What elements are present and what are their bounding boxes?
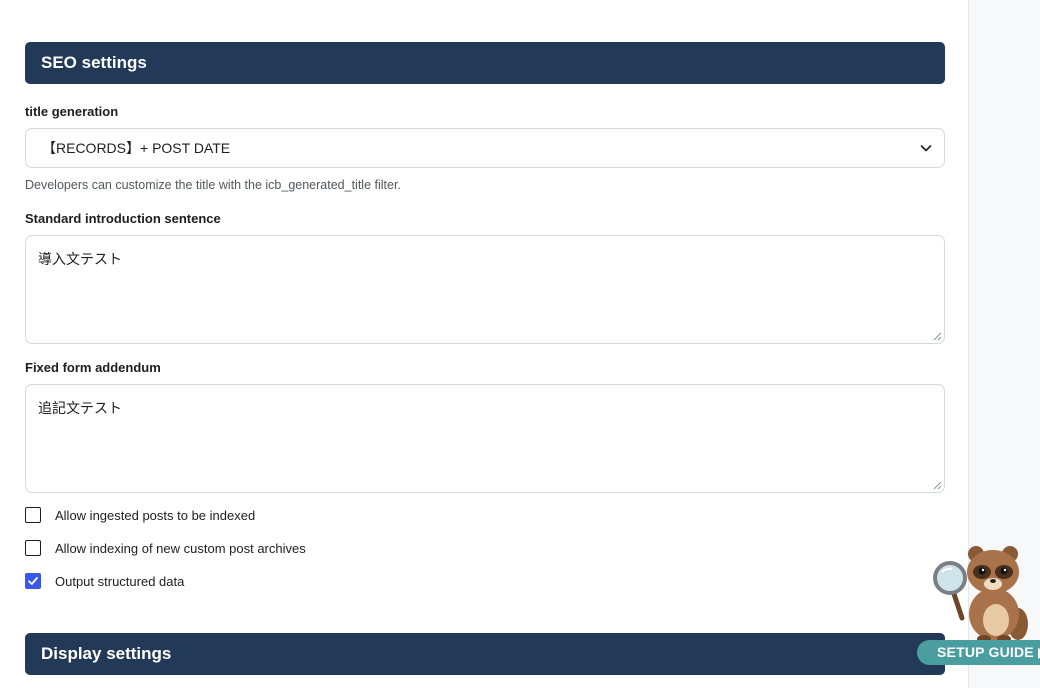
intro-sentence-value: 導入文テスト xyxy=(38,251,122,267)
display-settings-title: Display settings xyxy=(41,644,172,663)
display-settings-header: Display settings xyxy=(25,633,945,675)
intro-sentence-textarea[interactable]: 導入文テスト xyxy=(25,235,945,344)
resize-handle-icon[interactable] xyxy=(933,481,942,490)
resize-handle-icon[interactable] xyxy=(933,332,942,341)
addendum-value: 追記文テスト xyxy=(38,400,122,416)
index-archives-checkbox[interactable] xyxy=(25,540,41,556)
structured-data-checkbox[interactable] xyxy=(25,573,41,589)
settings-panel: SEO settings title generation 【RECORDS】+… xyxy=(0,0,969,688)
intro-sentence-label: Standard introduction sentence xyxy=(25,211,221,226)
title-generation-selected-value: 【RECORDS】+ POST DATE xyxy=(42,140,231,156)
title-generation-select[interactable]: 【RECORDS】+ POST DATE xyxy=(25,128,945,168)
addendum-label: Fixed form addendum xyxy=(25,360,161,375)
checkmark-icon xyxy=(28,577,38,585)
index-archives-label: Allow indexing of new custom post archiv… xyxy=(55,541,306,556)
seo-settings-header: SEO settings xyxy=(25,42,945,84)
raccoon-mascot-icon[interactable] xyxy=(930,542,1038,644)
index-posts-checkbox[interactable] xyxy=(25,507,41,523)
chevron-down-icon xyxy=(920,145,932,152)
title-generation-label: title generation xyxy=(25,104,119,119)
title-generation-help: Developers can customize the title with … xyxy=(25,178,401,192)
index-posts-label: Allow ingested posts to be indexed xyxy=(55,508,256,523)
addendum-textarea[interactable]: 追記文テスト xyxy=(25,384,945,493)
setup-guide-label: SETUP GUIDE ▶ xyxy=(937,644,1040,660)
structured-data-label: Output structured data xyxy=(55,574,185,589)
seo-settings-title: SEO settings xyxy=(41,53,147,72)
setup-guide-button[interactable]: SETUP GUIDE ▶ xyxy=(917,640,1040,665)
